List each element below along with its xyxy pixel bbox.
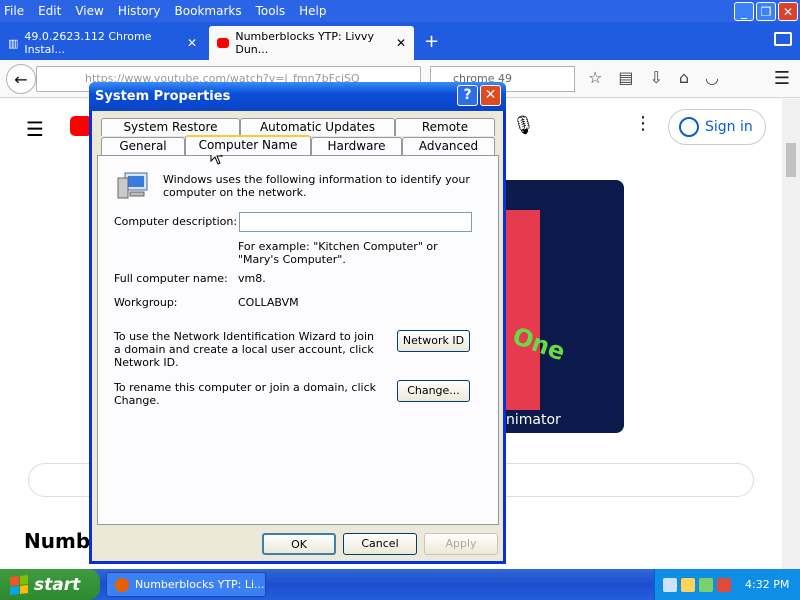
tab-label: Hardware	[327, 139, 386, 153]
microphone-icon[interactable]: 🎙	[512, 115, 535, 136]
tab-automatic-updates[interactable]: Automatic Updates	[240, 118, 395, 136]
tab-system-restore[interactable]: System Restore	[101, 118, 240, 136]
close-window-button[interactable]: ✕	[778, 2, 798, 21]
menu-help[interactable]: Help	[299, 4, 326, 18]
change-button[interactable]: Change...	[397, 380, 470, 402]
taskbar-item-label: Numberblocks YTP: Li...	[135, 578, 265, 591]
home-icon[interactable]: ⌂	[679, 68, 689, 87]
video-text-animator: nimator	[506, 412, 561, 428]
tab-hardware[interactable]: Hardware	[311, 137, 402, 155]
close-tab-icon[interactable]: ✕	[187, 36, 197, 50]
pocket-icon[interactable]: ◡	[705, 68, 719, 87]
system-properties-dialog: System Properties ? ✕ System Restore Aut…	[89, 82, 506, 564]
tab-chrome-installer[interactable]: ▥ 49.0.2623.112 Chrome Instal... ✕	[0, 26, 205, 60]
computer-description-label: Computer description:	[114, 215, 238, 228]
tab-bar: ▥ 49.0.2623.112 Chrome Instal... ✕ Numbe…	[0, 22, 800, 60]
menu-bookmarks[interactable]: Bookmarks	[175, 4, 242, 18]
sign-in-button[interactable]: Sign in	[668, 109, 766, 145]
new-tab-icon[interactable]: +	[424, 31, 439, 52]
tab-label: Automatic Updates	[259, 120, 376, 134]
firefox-icon	[115, 577, 129, 592]
account-icon	[679, 117, 699, 137]
example-text: For example: "Kitchen Computer" or "Mary…	[238, 240, 438, 266]
close-icon[interactable]: ✕	[480, 85, 501, 106]
dialog-title: System Properties	[95, 89, 231, 104]
clock: 4:32 PM	[745, 578, 790, 591]
tray-icon-shield[interactable]	[717, 577, 731, 592]
minimize-button[interactable]: _	[734, 2, 754, 21]
video-player[interactable]: One nimator	[500, 180, 624, 433]
computer-name-panel: Windows uses the following information t…	[97, 155, 499, 525]
workgroup-value: COLLABVM	[238, 296, 299, 309]
page-icon: ▥	[8, 36, 19, 50]
network-id-button[interactable]: Network ID	[397, 330, 470, 352]
tab-remote[interactable]: Remote	[395, 118, 495, 136]
start-button[interactable]: start	[0, 569, 100, 600]
close-tab-icon[interactable]: ✕	[396, 36, 406, 50]
workgroup-label: Workgroup:	[114, 296, 178, 309]
tab-label: Remote	[421, 120, 469, 134]
tab-label: Numberblocks YTP: Livvy Dun...	[235, 30, 374, 56]
window-controls: _ ❐ ✕	[734, 2, 798, 21]
tab-advanced[interactable]: Advanced	[402, 137, 495, 155]
menu-tools[interactable]: Tools	[256, 4, 286, 18]
sign-in-label: Sign in	[705, 119, 753, 135]
menu-history[interactable]: History	[118, 4, 161, 18]
scrollbar-thumb[interactable]	[786, 143, 796, 177]
windows-logo-icon	[10, 574, 28, 595]
rename-text: To rename this computer or join a domain…	[114, 381, 376, 407]
download-icon[interactable]: ⇩	[649, 68, 662, 87]
tab-computer-name[interactable]: Computer Name	[185, 135, 311, 155]
ok-button[interactable]: OK	[262, 533, 336, 555]
full-computer-name-label: Full computer name:	[114, 272, 228, 285]
tab-label: System Restore	[123, 120, 218, 134]
tab-list-icon[interactable]	[774, 32, 792, 46]
menu-icon[interactable]: ☰	[774, 68, 790, 89]
more-options-icon[interactable]: ⋮	[634, 113, 652, 134]
full-computer-name-value: vm8.	[238, 272, 266, 285]
start-label: start	[34, 574, 81, 595]
tray-icon-refresh[interactable]	[699, 577, 713, 592]
hamburger-icon[interactable]: ☰	[26, 117, 44, 141]
tab-label: Advanced	[418, 139, 479, 153]
tab-label: General	[119, 139, 167, 153]
tab-label: Computer Name	[198, 138, 298, 152]
menu-edit[interactable]: Edit	[38, 4, 61, 18]
tab-label: 49.0.2623.112 Chrome Instal...	[24, 30, 152, 56]
reader-icon[interactable]: ▤	[618, 68, 633, 87]
menu-view[interactable]: View	[75, 4, 103, 18]
back-icon[interactable]: ←	[6, 64, 36, 94]
apply-button: Apply	[424, 533, 498, 555]
tray-icon-network[interactable]	[663, 577, 677, 592]
computer-network-icon	[117, 172, 148, 199]
computer-description-field[interactable]	[239, 212, 472, 232]
help-icon[interactable]: ?	[457, 85, 478, 106]
network-id-text: To use the Network Identification Wizard…	[114, 330, 375, 369]
menu-bar: File Edit View History Bookmarks Tools H…	[0, 0, 800, 22]
taskbar: start Numberblocks YTP: Li... 4:32 PM	[0, 569, 800, 600]
menu-file[interactable]: File	[4, 4, 24, 18]
video-numberblock	[504, 210, 540, 410]
tab-numberblocks[interactable]: Numberblocks YTP: Livvy Dun... ✕	[209, 26, 414, 60]
cancel-button[interactable]: Cancel	[343, 533, 417, 555]
system-tray: 4:32 PM	[654, 569, 800, 600]
youtube-icon	[217, 38, 230, 48]
tray-icon-tools[interactable]	[681, 577, 695, 592]
taskbar-item-firefox[interactable]: Numberblocks YTP: Li...	[106, 572, 266, 597]
bookmark-star-icon[interactable]: ☆	[588, 68, 602, 87]
intro-text: Windows uses the following information t…	[163, 173, 470, 199]
page-scrollbar[interactable]	[782, 99, 800, 569]
tab-general[interactable]: General	[101, 137, 185, 155]
restore-button[interactable]: ❐	[756, 2, 776, 21]
toolbar-icons: ☆ ▤ ⇩ ⌂ ◡	[588, 68, 719, 87]
dialog-titlebar[interactable]: System Properties ? ✕	[89, 82, 506, 111]
